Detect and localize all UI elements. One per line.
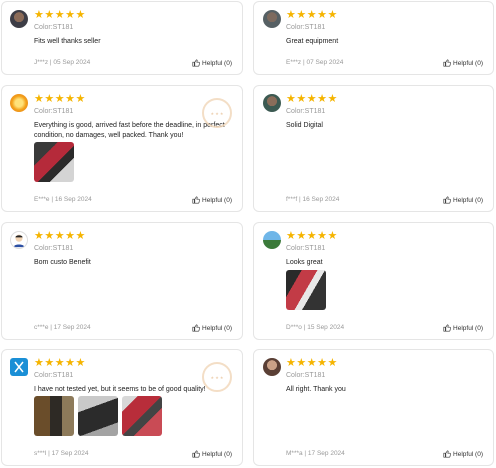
rating-stars: ★★★★★ xyxy=(34,230,86,242)
thumbs-up-icon xyxy=(192,450,200,458)
reviewer-avatar xyxy=(10,94,28,112)
reviewer-avatar xyxy=(10,10,28,28)
review-text: Looks great xyxy=(286,259,323,266)
helpful-label: Helpful (0) xyxy=(202,59,232,67)
review-author-date: c***e | 17 Sep 2024 xyxy=(34,324,91,331)
product-variant: Color:ST181 xyxy=(286,372,326,379)
reviewer-avatar xyxy=(263,358,281,376)
review-card: ★★★★★ Color:ST181 All right. Thank you M… xyxy=(253,349,494,466)
helpful-label: Helpful (0) xyxy=(453,450,483,458)
helpful-button[interactable]: Helpful (0) xyxy=(443,450,483,458)
helpful-label: Helpful (0) xyxy=(453,196,483,204)
thumbs-up-icon xyxy=(192,196,200,204)
review-text: Solid Digital xyxy=(286,122,323,129)
review-card: ★★★★★ Color:ST181 Everything is good, ar… xyxy=(1,85,243,212)
helpful-button[interactable]: Helpful (0) xyxy=(192,324,232,332)
review-photo[interactable] xyxy=(286,270,326,310)
review-card: ★★★★★ Color:ST181 Fits well thanks selle… xyxy=(1,1,243,75)
product-variant: Color:ST181 xyxy=(286,245,326,252)
review-photo[interactable] xyxy=(122,396,162,436)
rating-stars: ★★★★★ xyxy=(286,230,338,242)
rating-stars: ★★★★★ xyxy=(286,93,338,105)
helpful-label: Helpful (0) xyxy=(202,450,232,458)
rating-stars: ★★★★★ xyxy=(34,357,86,369)
review-card: ★★★★★ Color:ST181 Looks great D***o | 15… xyxy=(253,222,494,340)
rating-stars: ★★★★★ xyxy=(286,9,338,21)
reviewer-avatar xyxy=(263,94,281,112)
product-variant: Color:ST181 xyxy=(34,24,74,31)
review-photo[interactable] xyxy=(78,396,118,436)
review-author-date: E***z | 07 Sep 2024 xyxy=(286,59,344,66)
review-text: Fits well thanks seller xyxy=(34,38,101,45)
thumbs-up-icon xyxy=(443,450,451,458)
review-text: Great equipment xyxy=(286,38,339,45)
review-author-date: M***a | 17 Sep 2024 xyxy=(286,450,345,457)
reviewer-avatar xyxy=(263,10,281,28)
review-text: All right. Thank you xyxy=(286,386,346,393)
review-card: ★★★★★ Color:ST181 Bom custo Benefit c***… xyxy=(1,222,243,340)
review-author-date: E***e | 16 Sep 2024 xyxy=(34,196,92,203)
helpful-label: Helpful (0) xyxy=(453,59,483,67)
helpful-button[interactable]: Helpful (0) xyxy=(443,59,483,67)
rating-stars: ★★★★★ xyxy=(34,93,86,105)
helpful-label: Helpful (0) xyxy=(202,196,232,204)
review-photo[interactable] xyxy=(34,142,74,182)
helpful-label: Helpful (0) xyxy=(202,324,232,332)
review-card: ★★★★★ Color:ST181 Great equipment E***z … xyxy=(253,1,494,75)
thumbs-up-icon xyxy=(192,59,200,67)
review-card: ★★★★★ Color:ST181 I have not tested yet,… xyxy=(1,349,243,466)
cartoon-person-icon xyxy=(13,234,25,248)
product-variant: Color:ST181 xyxy=(34,245,74,252)
review-text: I have not tested yet, but it seems to b… xyxy=(34,386,206,393)
helpful-label: Helpful (0) xyxy=(453,324,483,332)
product-variant: Color:ST181 xyxy=(286,108,326,115)
product-variant: Color:ST181 xyxy=(286,24,326,31)
review-text: Bom custo Benefit xyxy=(34,259,91,266)
review-photo[interactable] xyxy=(34,396,74,436)
rating-stars: ★★★★★ xyxy=(286,357,338,369)
reviewer-avatar xyxy=(10,231,28,249)
helpful-button[interactable]: Helpful (0) xyxy=(443,196,483,204)
product-variant: Color:ST181 xyxy=(34,372,74,379)
thumbs-up-icon xyxy=(192,324,200,332)
product-variant: Color:ST181 xyxy=(34,108,74,115)
review-card: ★★★★★ Color:ST181 Solid Digital f***f | … xyxy=(253,85,494,212)
rating-stars: ★★★★★ xyxy=(34,9,86,21)
verified-stamp-icon: ★ ★ ★ xyxy=(202,98,232,128)
blue-logo-icon xyxy=(14,361,24,373)
review-author-date: J***z | 05 Sep 2024 xyxy=(34,59,91,66)
thumbs-up-icon xyxy=(443,324,451,332)
review-author-date: f***f | 16 Sep 2024 xyxy=(286,196,340,203)
helpful-button[interactable]: Helpful (0) xyxy=(192,59,232,67)
thumbs-up-icon xyxy=(443,59,451,67)
helpful-button[interactable]: Helpful (0) xyxy=(192,196,232,204)
reviewer-avatar xyxy=(10,358,28,376)
review-author-date: D***o | 15 Sep 2024 xyxy=(286,324,345,331)
verified-stamp-icon: ★ ★ ★ xyxy=(202,362,232,392)
thumbs-up-icon xyxy=(443,196,451,204)
review-text: Everything is good, arrived fast before … xyxy=(34,122,225,139)
reviewer-avatar xyxy=(263,231,281,249)
helpful-button[interactable]: Helpful (0) xyxy=(192,450,232,458)
helpful-button[interactable]: Helpful (0) xyxy=(443,324,483,332)
review-author-date: s***l | 17 Sep 2024 xyxy=(34,450,89,457)
